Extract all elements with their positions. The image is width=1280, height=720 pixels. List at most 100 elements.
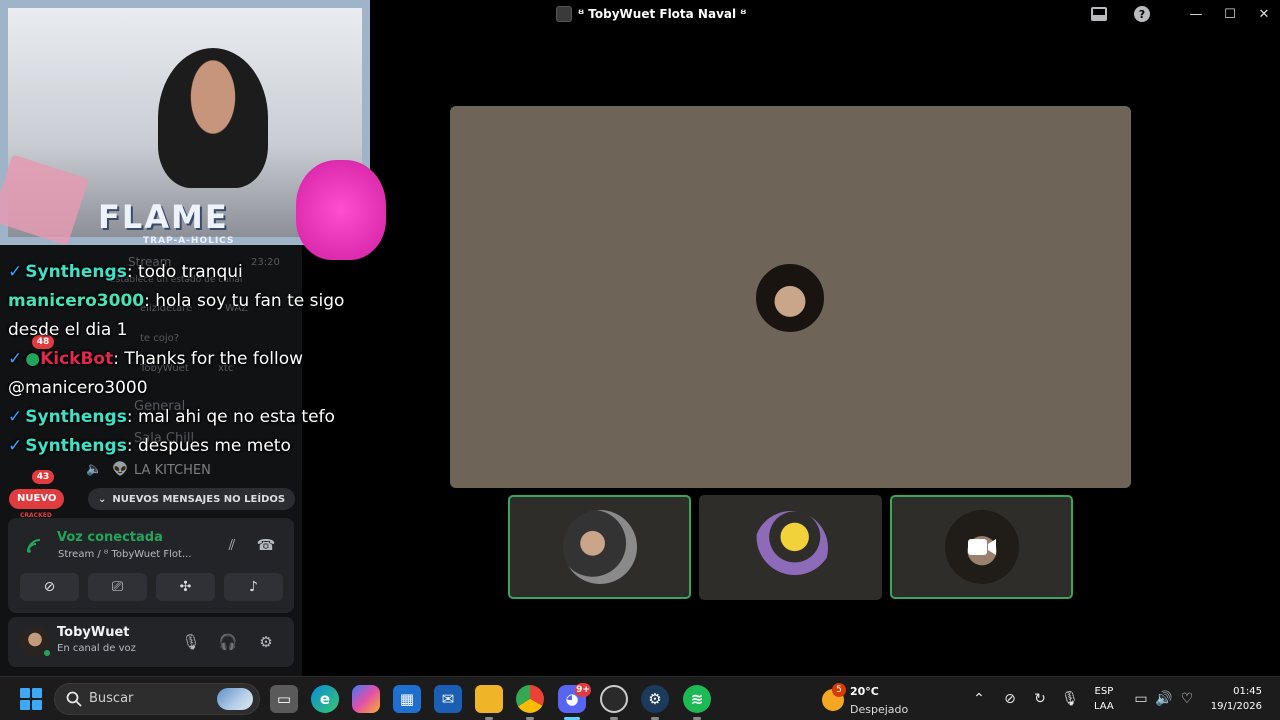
clock-time: 01:45	[1233, 686, 1262, 697]
screen: ᴽ TobyWuet Flota Naval ᴽ ? — ☐ ✕ Stream …	[0, 0, 1280, 720]
task-view-icon[interactable]: ▭	[270, 685, 298, 713]
voice-connection-panel: Voz conectada Stream / ᴽ TobyWuet Flot..…	[8, 518, 294, 613]
verified-icon: ✓	[8, 436, 23, 456]
title-bar: ᴽ TobyWuet Flota Naval ᴽ ? — ☐ ✕	[370, 0, 1280, 30]
unread-messages-button[interactable]: ⌄ NUEVOS MENSAJES NO LEÍDOS	[88, 488, 296, 510]
file-explorer-icon[interactable]	[475, 685, 503, 713]
help-icon[interactable]: ?	[1132, 5, 1152, 25]
video-camera-icon	[967, 539, 996, 555]
svg-text:?: ?	[1139, 8, 1145, 21]
weather-temperature: 20°C	[850, 685, 879, 698]
stream-chat-overlay: ✓ Synthengs: todo tranqui manicero3000: h…	[8, 258, 348, 461]
taskbar: Buscar ▭ e ▦ ✉ ◕ 9+ ⚙ ≋ 5 20°C Despejado…	[0, 676, 1280, 720]
chat-text: : todo tranqui	[126, 262, 243, 282]
taskbar-search[interactable]: Buscar	[54, 683, 260, 715]
participant-tile-3[interactable]	[890, 495, 1073, 599]
language-code: ESP	[1094, 686, 1114, 697]
store-icon[interactable]: ▦	[393, 685, 421, 713]
chevron-down-icon: ⌄	[98, 493, 107, 505]
language-indicator[interactable]: ESP LAA	[1094, 684, 1114, 714]
online-status-icon	[42, 648, 52, 658]
webcam-person	[158, 48, 268, 188]
participant-tile-1[interactable]	[508, 495, 691, 599]
notification-icon[interactable]: ♡	[1177, 689, 1197, 709]
verified-icon: ✓	[8, 407, 23, 427]
camera-off-button[interactable]: ⊘	[20, 573, 79, 601]
user-panel: TobyWuet En canal de voz 🎙 🎧 ⚙	[8, 617, 294, 667]
search-placeholder: Buscar	[89, 691, 134, 706]
obs-icon[interactable]	[600, 685, 628, 713]
headphones-icon[interactable]: 🎧	[217, 631, 239, 653]
chevron-up-icon[interactable]: ⌃	[969, 689, 989, 709]
voice-channel-la-kitchen[interactable]: LA KITCHEN	[134, 463, 211, 478]
buddha-sticker	[296, 160, 386, 260]
spotlight-tile[interactable]	[450, 106, 1131, 488]
chat-username: KickBot	[40, 349, 114, 369]
weather-description: Despejado	[850, 703, 909, 716]
chat-text: : mal ahi qe no esta tefo	[126, 407, 335, 427]
signal-icon[interactable]	[25, 537, 43, 555]
microphone-icon[interactable]: 🎙	[180, 631, 202, 653]
chrome-icon[interactable]	[516, 685, 544, 713]
spotify-icon[interactable]: ≋	[683, 685, 711, 713]
camera-off-icon: ⊘	[43, 579, 56, 595]
participant-avatar	[562, 510, 637, 584]
server-mention-badge: 43	[32, 470, 54, 484]
screen-share-icon: ⎚	[111, 579, 124, 595]
clock-date: 19/1/2026	[1210, 701, 1262, 712]
network-off-icon[interactable]: ⊘	[1000, 689, 1020, 709]
copilot-icon[interactable]	[352, 685, 380, 713]
chat-username: Synthengs	[25, 407, 127, 427]
discord-notification-badge: 9+	[575, 683, 591, 697]
flame-logo-subtitle: TRAP-A-HOLICS	[143, 236, 235, 246]
new-badge[interactable]: NUEVO	[9, 489, 65, 509]
display-icon[interactable]: ▭	[1131, 689, 1151, 709]
verified-icon: ✓	[8, 262, 23, 282]
user-status: En canal de voz	[57, 643, 136, 654]
maximize-button[interactable]: ☐	[1220, 5, 1240, 25]
volume-icon[interactable]: 🔊	[1154, 689, 1174, 709]
flame-logo: FLAME	[98, 198, 229, 236]
chat-message: manicero3000: hola soy tu fan te sigo de…	[8, 287, 348, 345]
gear-icon[interactable]: ⚙	[255, 631, 277, 653]
activities-icon: ✣	[179, 579, 192, 595]
username[interactable]: TobyWuet	[57, 625, 129, 640]
chat-message: ✓ ●KickBot: Thanks for the follow @manice…	[8, 345, 348, 403]
weather-badge: 5	[832, 683, 846, 697]
outlook-icon[interactable]: ✉	[434, 685, 462, 713]
edge-icon[interactable]: e	[311, 685, 339, 713]
activities-button[interactable]: ✣	[156, 573, 215, 601]
speaker-icon: 🔈	[86, 462, 103, 477]
verified-icon: ✓	[8, 349, 23, 369]
system-clock[interactable]: 01:45 19/1/2026	[1206, 684, 1262, 714]
screen-share-button[interactable]: ⎚	[88, 573, 147, 601]
search-icon	[66, 691, 82, 707]
soundboard-button[interactable]: ♪	[224, 573, 283, 601]
window-title: ᴽ TobyWuet Flota Naval ᴽ	[578, 7, 747, 21]
minimize-button[interactable]: —	[1186, 5, 1206, 25]
sync-icon[interactable]: ↻	[1030, 689, 1050, 709]
bot-icon: ●	[25, 349, 41, 369]
noise-suppression-icon[interactable]: ⫽	[221, 534, 243, 556]
voice-status[interactable]: Voz conectada	[57, 530, 163, 545]
chat-message: ✓ Synthengs: mal ahi qe no esta tefo	[8, 403, 348, 432]
spotlight-avatar	[753, 261, 827, 335]
inbox-icon[interactable]	[1089, 5, 1109, 25]
microphone-tray-icon[interactable]: 🎙	[1060, 689, 1080, 709]
chat-message: ✓ Synthengs: despues me meto	[8, 432, 348, 461]
windows-start-button[interactable]	[20, 688, 42, 710]
participant-avatar	[753, 510, 828, 585]
voice-channel-name[interactable]: Stream / ᴽ TobyWuet Flot...	[58, 549, 192, 560]
chat-username: Synthengs	[25, 262, 127, 282]
soundboard-icon: ♪	[249, 579, 258, 595]
chat-text: : despues me meto	[126, 436, 291, 456]
chat-username: manicero3000	[8, 291, 145, 311]
unread-label: NUEVOS MENSAJES NO LEÍDOS	[112, 493, 286, 505]
alien-icon: 👽	[112, 462, 129, 477]
participant-tile-2[interactable]	[699, 495, 882, 600]
close-button[interactable]: ✕	[1254, 5, 1274, 25]
steam-icon[interactable]: ⚙	[641, 685, 669, 713]
disconnect-icon[interactable]: ☎	[255, 534, 277, 556]
search-highlight-image	[217, 688, 253, 710]
server-icon	[556, 6, 572, 22]
